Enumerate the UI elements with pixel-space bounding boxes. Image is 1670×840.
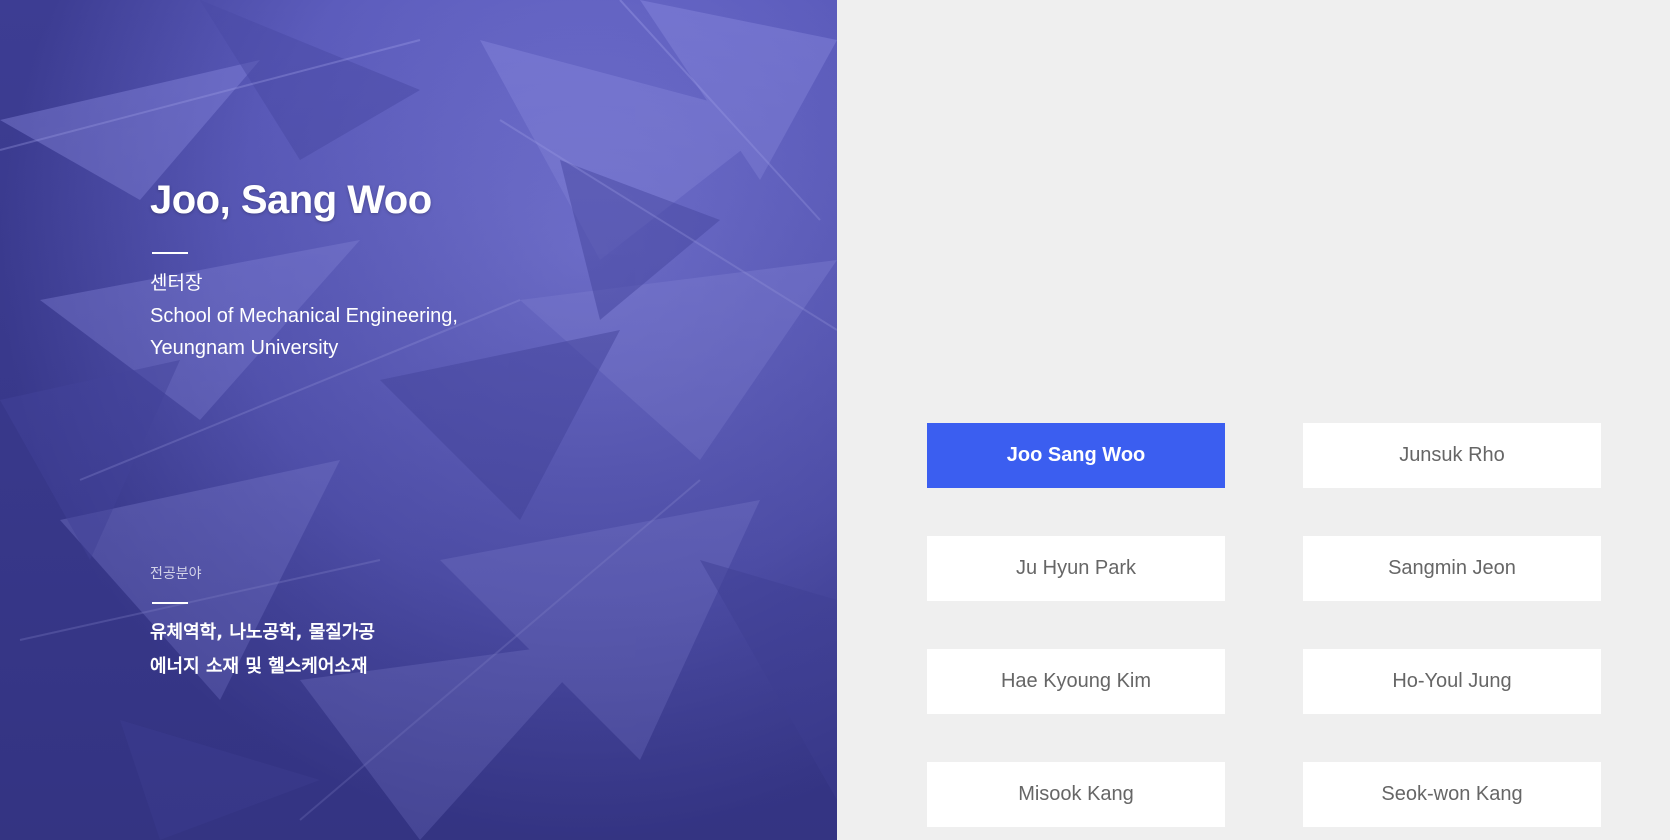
- page: Joo, Sang Woo 센터장 School of Mechanical E…: [0, 0, 1670, 840]
- member-button-sangmin-jeon[interactable]: Sangmin Jeon: [1303, 536, 1601, 601]
- research-field-line-1: 유체역학, 나노공학, 물질가공: [150, 622, 375, 643]
- research-fields: 유체역학, 나노공학, 물질가공 에너지 소재 및 헬스케어소재: [150, 616, 375, 684]
- profile-details: Joo, Sang Woo 센터장 School of Mechanical E…: [150, 0, 750, 840]
- person-name: Joo, Sang Woo: [150, 178, 432, 222]
- name-divider: [152, 252, 188, 254]
- person-role: 센터장: [150, 272, 203, 294]
- member-button-ho-youl-jung[interactable]: Ho-Youl Jung: [1303, 649, 1601, 714]
- member-button-hae-kyoung-kim[interactable]: Hae Kyoung Kim: [927, 649, 1225, 714]
- affiliation-line-2: Yeungnam University: [150, 337, 339, 359]
- member-button-ju-hyun-park[interactable]: Ju Hyun Park: [927, 536, 1225, 601]
- research-field-line-2: 에너지 소재 및 헬스케어소재: [150, 656, 368, 677]
- research-field-label: 전공분야: [150, 566, 202, 582]
- affiliation-line-1: School of Mechanical Engineering,: [150, 305, 458, 327]
- member-button-joo-sang-woo[interactable]: Joo Sang Woo: [927, 423, 1225, 488]
- member-button-junsuk-rho[interactable]: Junsuk Rho: [1303, 423, 1601, 488]
- member-selector: Joo Sang Woo Junsuk Rho Ju Hyun Park San…: [927, 423, 1601, 827]
- field-divider: [152, 602, 188, 604]
- affiliation: School of Mechanical Engineering, Yeungn…: [150, 300, 458, 364]
- profile-hero: Joo, Sang Woo 센터장 School of Mechanical E…: [0, 0, 837, 840]
- member-button-misook-kang[interactable]: Misook Kang: [927, 762, 1225, 827]
- member-button-seok-won-kang[interactable]: Seok-won Kang: [1303, 762, 1601, 827]
